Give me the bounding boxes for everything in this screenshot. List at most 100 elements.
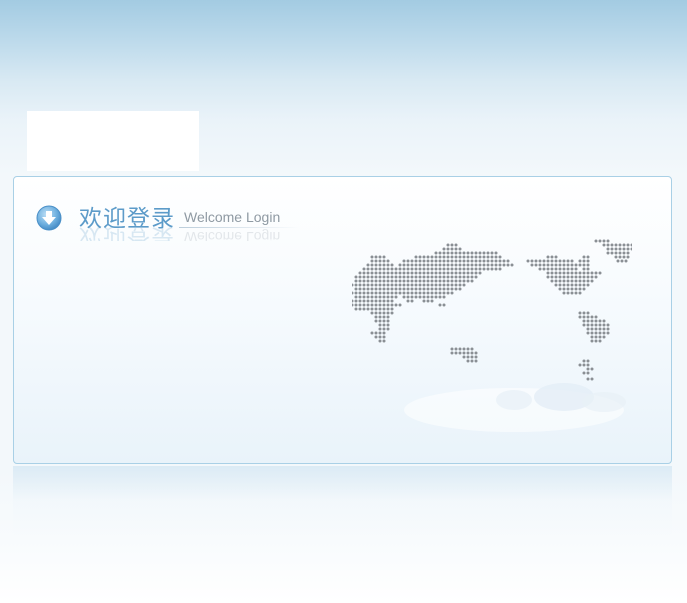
map-dot — [606, 247, 610, 251]
map-dot — [578, 363, 582, 367]
map-dot — [446, 263, 450, 267]
map-dot — [386, 303, 390, 307]
map-dot — [594, 323, 598, 327]
map-dot — [354, 295, 358, 299]
map-dot — [450, 267, 454, 271]
map-dot — [374, 259, 378, 263]
map-dot — [374, 291, 378, 295]
map-dot — [426, 263, 430, 267]
map-dot — [406, 267, 410, 271]
map-dot — [370, 299, 374, 303]
map-dot — [582, 279, 586, 283]
map-dot — [466, 351, 470, 355]
map-dot — [466, 267, 470, 271]
map-dot — [554, 283, 558, 287]
map-dot — [530, 259, 534, 263]
map-dot — [438, 259, 442, 263]
map-dot — [352, 291, 354, 295]
map-dot — [370, 259, 374, 263]
map-dot — [382, 271, 386, 275]
map-dot — [394, 283, 398, 287]
map-dot — [390, 295, 394, 299]
map-dot — [410, 263, 414, 267]
map-dot — [442, 279, 446, 283]
map-dot — [362, 291, 366, 295]
map-dot — [554, 271, 558, 275]
map-dot — [386, 267, 390, 271]
map-dot — [586, 267, 590, 271]
map-dot — [566, 263, 570, 267]
map-dot — [542, 267, 546, 271]
map-dot — [470, 267, 474, 271]
map-dot — [546, 263, 550, 267]
map-dot — [426, 283, 430, 287]
map-dot — [370, 303, 374, 307]
map-dot — [382, 287, 386, 291]
map-dot — [450, 263, 454, 267]
map-dot — [410, 295, 414, 299]
map-dot — [466, 259, 470, 263]
map-dot — [382, 303, 386, 307]
map-dot — [414, 267, 418, 271]
map-dot — [418, 275, 422, 279]
map-dot — [598, 239, 602, 243]
map-dot — [566, 267, 570, 271]
map-dot — [418, 263, 422, 267]
map-dot — [352, 283, 354, 287]
map-dot — [458, 275, 462, 279]
map-dot — [462, 355, 466, 359]
map-dot — [402, 291, 406, 295]
map-dot — [458, 279, 462, 283]
map-dot — [382, 275, 386, 279]
map-dot — [578, 275, 582, 279]
map-dot — [558, 275, 562, 279]
map-dot — [378, 327, 382, 331]
map-dot — [430, 263, 434, 267]
map-dot — [442, 255, 446, 259]
map-dot — [382, 267, 386, 271]
map-dot — [562, 263, 566, 267]
map-dot — [390, 303, 394, 307]
map-dot — [606, 323, 610, 327]
map-dot — [442, 295, 446, 299]
map-dot — [442, 251, 446, 255]
map-dot — [482, 255, 486, 259]
map-dot — [542, 263, 546, 267]
map-dot — [442, 291, 446, 295]
map-dot — [422, 299, 426, 303]
map-dot — [466, 251, 470, 255]
map-dot — [594, 275, 598, 279]
map-dot — [446, 279, 450, 283]
map-dot — [378, 315, 382, 319]
map-dot — [422, 271, 426, 275]
map-dot — [602, 335, 606, 339]
map-dot — [598, 323, 602, 327]
map-dot — [494, 255, 498, 259]
map-dot — [438, 295, 442, 299]
map-dot — [450, 251, 454, 255]
map-dot — [546, 271, 550, 275]
map-dot — [366, 279, 370, 283]
map-dot — [414, 279, 418, 283]
map-dot — [498, 267, 502, 271]
map-dot — [546, 259, 550, 263]
map-dot — [462, 279, 466, 283]
world-map-dots — [352, 239, 632, 381]
map-dot — [462, 347, 466, 351]
map-dot — [362, 303, 366, 307]
map-dot — [558, 287, 562, 291]
map-dot — [506, 259, 510, 263]
map-dot — [550, 259, 554, 263]
map-dot — [446, 259, 450, 263]
map-dot — [470, 279, 474, 283]
map-dot — [502, 263, 506, 267]
map-dot — [434, 251, 438, 255]
map-dot — [606, 327, 610, 331]
map-dot — [354, 299, 358, 303]
map-dot — [586, 319, 590, 323]
map-dot — [422, 279, 426, 283]
map-dot — [378, 259, 382, 263]
map-dot — [582, 359, 586, 363]
map-dot — [382, 291, 386, 295]
map-dot — [374, 331, 378, 335]
